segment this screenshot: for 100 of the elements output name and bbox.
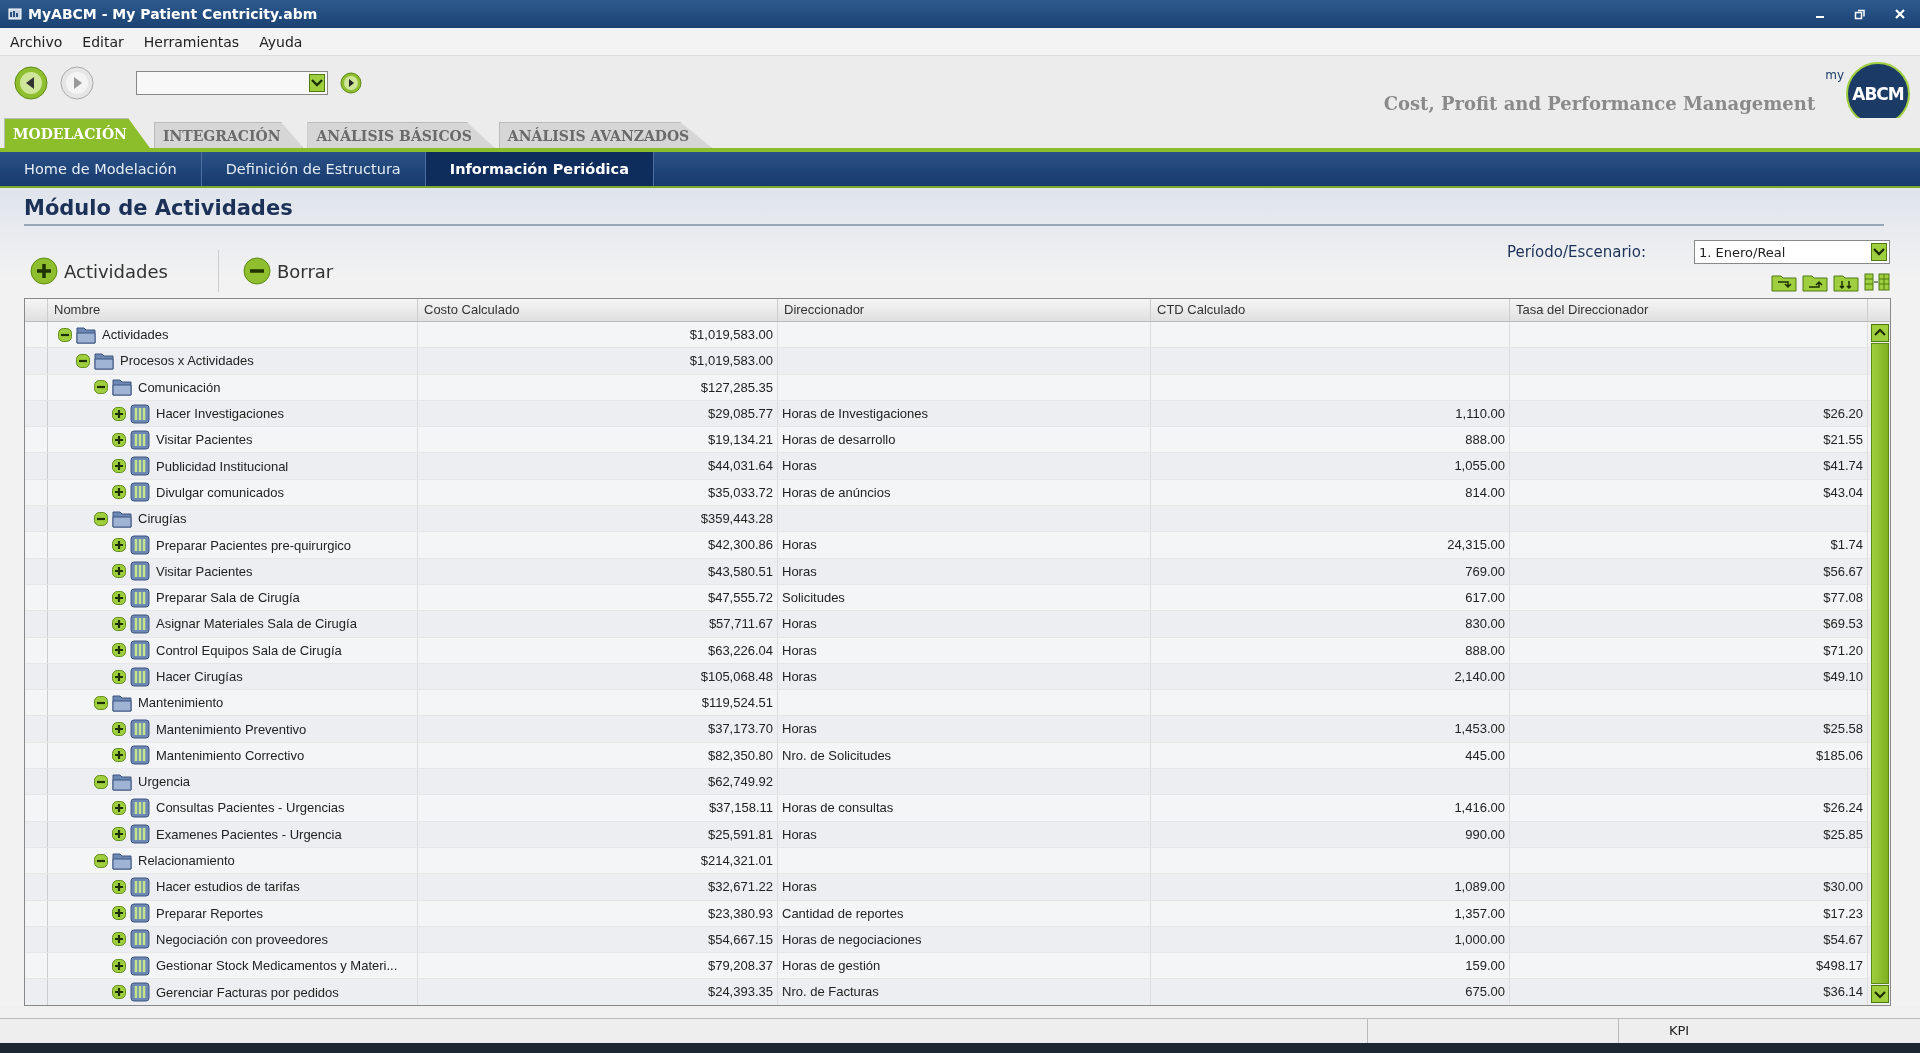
table-cell: $25,591.81 <box>418 821 778 847</box>
table-cell: 830.00 <box>1151 611 1510 637</box>
table-row[interactable]: Gerenciar Facturas por pedidos $24,393.35 Nro. de Facturas 675.00 $36.14 <box>25 979 1870 1005</box>
expand-icon[interactable] <box>112 616 126 631</box>
vertical-scrollbar[interactable] <box>1870 322 1890 1005</box>
scroll-down-icon[interactable] <box>1871 985 1889 1003</box>
column-header[interactable]: Tasa del Direccionador <box>1510 299 1868 321</box>
table-row[interactable]: Comunicación $127,285.35 <box>25 374 1870 401</box>
table-row[interactable]: Control Equipos Sala de Cirugía $63,226.04 Horas 888.00 $71.20 <box>25 637 1870 664</box>
expand-icon[interactable] <box>112 669 126 684</box>
node-label: Procesos x Actividades <box>120 353 254 369</box>
table-cell: $37,173.70 <box>418 716 778 742</box>
table-row[interactable]: Publicidad Institucional $44,031.64 Horas 1,055.00 $41.74 <box>25 453 1870 480</box>
column-header[interactable]: Costo Calculado <box>418 299 778 321</box>
module-tab[interactable]: ANÁLISIS BÁSICOS <box>307 122 495 148</box>
expand-icon[interactable] <box>112 722 126 737</box>
collapse-icon[interactable] <box>94 853 108 868</box>
nav-tab[interactable]: Definición de Estructura <box>201 152 426 186</box>
table-row[interactable]: Mantenimiento $119,524.51 <box>25 690 1870 717</box>
back-icon[interactable] <box>14 66 48 100</box>
expand-icon[interactable] <box>112 827 126 842</box>
module-tab[interactable]: ANÁLISIS AVANZADOS <box>498 122 713 148</box>
expand-icon[interactable] <box>112 958 126 973</box>
table-row[interactable]: Divulgar comunicados $35,033.72 Horas de anúncios 814.00 $43.04 <box>25 479 1870 507</box>
table-row[interactable]: Urgencia $62,749.92 <box>25 769 1870 796</box>
table-row[interactable]: Preparar Pacientes pre-quirurgico $42,300.86 Horas 24,315.00 $1.74 <box>25 532 1870 559</box>
table-row[interactable]: Procesos x Actividades $1,019,583.00 <box>25 348 1870 375</box>
expand-icon[interactable] <box>112 564 126 579</box>
navigation-combo[interactable] <box>136 71 328 95</box>
expand-icon[interactable] <box>112 985 126 1000</box>
menu-item[interactable]: Archivo <box>10 33 63 50</box>
period-dropdown[interactable]: 1. Enero/Real <box>1694 240 1890 264</box>
table-row[interactable]: Preparar Sala de Cirugía $47,555.72 Solicitudes 617.00 $77.08 <box>25 584 1870 612</box>
activity-icon <box>130 613 150 634</box>
menu-item[interactable]: Herramientas <box>143 33 240 50</box>
table-row[interactable]: Relacionamiento $214,321.01 <box>25 847 1870 875</box>
table-cell: 1,110.00 <box>1151 400 1510 427</box>
column-header[interactable]: Nombre <box>48 299 418 321</box>
collapse-icon[interactable] <box>94 511 108 526</box>
table-row[interactable]: Asignar Materiales Sala de Cirugía $57,711.67 Horas 830.00 $69.53 <box>25 611 1870 638</box>
app-icon <box>8 7 22 21</box>
expand-icon[interactable] <box>112 590 126 605</box>
expand-icon[interactable] <box>112 432 126 447</box>
table-row[interactable]: Examenes Pacientes - Urgencia $25,591.81 Horas 990.00 $25.85 <box>25 821 1870 848</box>
table-row[interactable]: Hacer estudios de tarifas $32,671.22 Horas 1,089.00 $30.00 <box>25 874 1870 901</box>
expand-icon[interactable] <box>112 748 126 763</box>
restore-icon[interactable] <box>1854 8 1866 20</box>
activity-icon <box>130 429 150 450</box>
table-row[interactable]: Mantenimiento Preventivo $37,173.70 Horas 1,453.00 $25.58 <box>25 716 1870 743</box>
table-cell: Horas de gestión <box>778 953 1151 979</box>
add-button[interactable]: Actividades <box>24 255 174 287</box>
expand-icon[interactable] <box>112 801 126 815</box>
scroll-thumb[interactable] <box>1871 343 1889 984</box>
table-row[interactable]: Cirugías $359,443.28 <box>25 506 1870 533</box>
forward-icon[interactable] <box>60 66 94 100</box>
table-row[interactable]: Preparar Reportes $23,380.93 Cantidad de reportes 1,357.00 $17.23 <box>25 900 1870 927</box>
delete-button[interactable]: Borrar <box>236 255 340 287</box>
node-label: Hacer Investigaciones <box>156 406 284 422</box>
table-row[interactable]: Hacer Investigaciones $29,085.77 Horas de Investigaciones 1,110.00 $26.20 <box>25 400 1870 428</box>
table-row[interactable]: Hacer Cirugías $105,068.48 Horas 2,140.00 $49.10 <box>25 663 1870 691</box>
collapse-icon[interactable] <box>94 380 108 395</box>
table-row[interactable]: Visitar Pacientes $19,134.21 Horas de desarrollo 888.00 $21.55 <box>25 427 1870 454</box>
activity-icon <box>130 403 150 424</box>
menu-item[interactable]: Editar <box>82 33 124 50</box>
expand-icon[interactable] <box>112 643 126 658</box>
menu-item[interactable]: Ayuda <box>259 33 303 50</box>
table-row[interactable]: Consultas Pacientes - Urgencias $37,158.11 Horas de consultas 1,416.00 $26.24 <box>25 795 1870 822</box>
table-row[interactable]: Visitar Pacientes $43,580.51 Horas 769.00 $56.67 <box>25 558 1870 585</box>
column-header[interactable]: Direccionador <box>778 299 1151 321</box>
expand-icon[interactable] <box>112 932 126 947</box>
table-row[interactable]: Actividades $1,019,583.00 <box>25 322 1870 349</box>
expand-icon[interactable] <box>112 879 126 894</box>
table-cell: Nro. de Facturas <box>778 979 1151 1005</box>
nav-tab[interactable]: Home de Modelación <box>0 152 202 186</box>
table-row[interactable]: Gestionar Stock Medicamentos y Materi... $79,208.37 Horas de gestión 159.00 $498.17 <box>25 953 1870 980</box>
module-tab[interactable]: INTEGRACIÓN <box>153 122 304 148</box>
table-cell: $57,711.67 <box>418 611 778 637</box>
collapse-icon[interactable] <box>58 327 72 342</box>
nav-tab[interactable]: Información Periódica <box>425 152 654 186</box>
table-cell: $56.67 <box>1510 558 1868 584</box>
scroll-up-icon[interactable] <box>1871 324 1889 342</box>
collapse-icon[interactable] <box>94 695 108 710</box>
node-label: Asignar Materiales Sala de Cirugía <box>156 616 357 632</box>
folder-up-icon[interactable] <box>1802 272 1828 292</box>
folder-down-icon[interactable] <box>1771 272 1797 292</box>
expand-icon[interactable] <box>112 459 126 474</box>
expand-icon[interactable] <box>112 906 126 921</box>
column-header[interactable]: CTD Calculado <box>1151 299 1510 321</box>
close-icon[interactable] <box>1894 8 1906 20</box>
collapse-icon[interactable] <box>76 353 90 368</box>
table-row[interactable]: Negociación con proveedores $54,667.15 Horas de negociaciones 1,000.00 $54.67 <box>25 926 1870 954</box>
collapse-icon[interactable] <box>94 774 108 789</box>
table-cell: $36.14 <box>1510 979 1868 1005</box>
table-row[interactable]: Mantenimiento Correctivo $82,350.80 Nro. de Solicitudes 445.00 $185.06 <box>25 742 1870 770</box>
go-icon[interactable] <box>340 72 362 94</box>
columns-icon[interactable] <box>1864 272 1890 292</box>
expand-icon[interactable] <box>112 406 126 421</box>
folder-arrows-icon[interactable] <box>1833 272 1859 292</box>
expand-icon[interactable] <box>112 538 126 552</box>
expand-icon[interactable] <box>112 485 126 500</box>
